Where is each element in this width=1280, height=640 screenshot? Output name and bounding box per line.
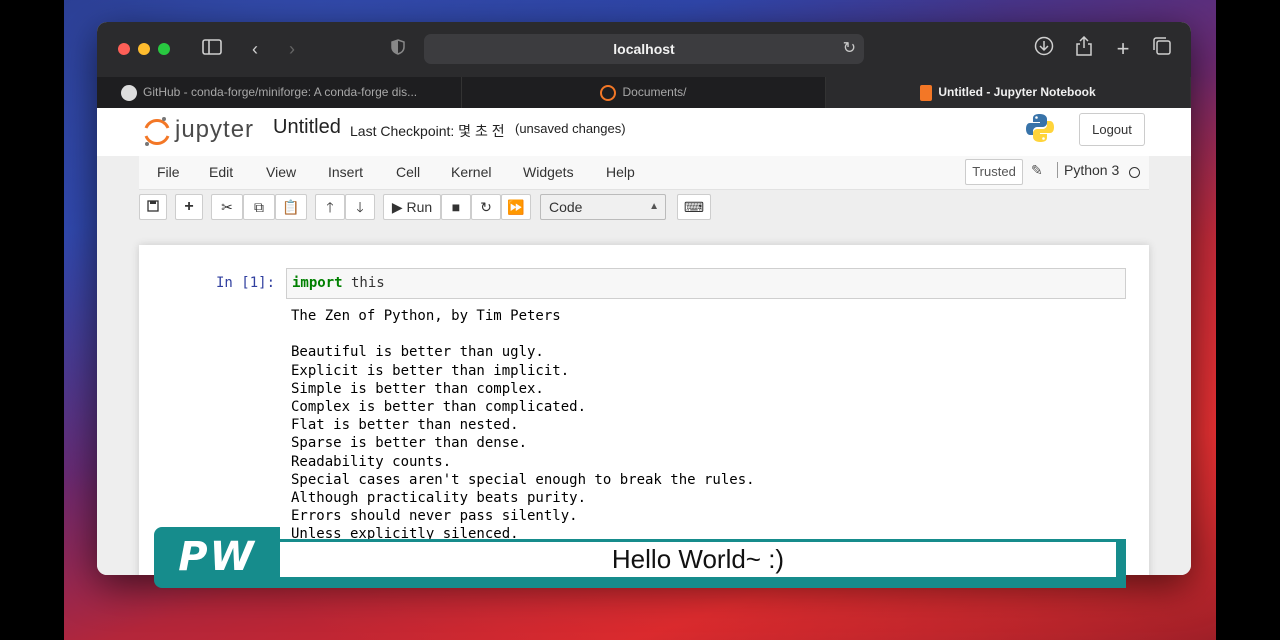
tab-documents[interactable]: Documents/: [462, 77, 826, 108]
jupyter-logo-text: jupyter: [175, 116, 255, 143]
menu-file[interactable]: File: [157, 164, 180, 180]
tab-bar: GitHub - conda-forge/miniforge: A conda-…: [97, 77, 1191, 108]
notebook-title[interactable]: Untitled: [273, 116, 341, 139]
keyboard-icon: ⌨: [683, 199, 705, 215]
output-line: Errors should never pass silently.: [291, 508, 578, 525]
share-icon[interactable]: [1073, 35, 1095, 62]
python-logo-icon: [1026, 114, 1054, 142]
run-button[interactable]: ▶ Run: [383, 194, 441, 220]
code-cell-input[interactable]: import this: [286, 268, 1126, 299]
kernel-idle-indicator-icon: [1129, 167, 1140, 178]
menu-cell[interactable]: Cell: [396, 164, 420, 180]
notebook-container: In [1]: import this The Zen of Python, b…: [139, 245, 1149, 575]
output-line: Readability counts.: [291, 453, 452, 470]
output-line: Sparse is better than dense.: [291, 435, 528, 452]
menu-bar: File Edit View Insert Cell Kernel Widget…: [139, 156, 1149, 190]
video-caption-overlay: Hello World~ :) PW: [154, 527, 1126, 588]
paste-button[interactable]: 📋: [275, 194, 307, 220]
plus-icon: +: [184, 198, 194, 215]
unsaved-status: (unsaved changes): [515, 121, 626, 136]
privacy-shield-icon[interactable]: [389, 36, 407, 62]
output-line: Simple is better than complex.: [291, 380, 544, 397]
back-arrow-icon[interactable]: ‹: [247, 36, 263, 62]
move-up-button[interactable]: 🡑: [315, 194, 345, 220]
jupyter-page: jupyter Untitled Last Checkpoint: 몇 초 전 …: [97, 108, 1191, 575]
input-prompt: In [1]:: [216, 275, 276, 291]
interrupt-button[interactable]: ■: [441, 194, 471, 220]
reload-icon[interactable]: ↻: [843, 34, 856, 64]
copy-button[interactable]: ⧉: [243, 194, 275, 220]
minimize-window-button[interactable]: [138, 43, 150, 55]
download-icon[interactable]: [1033, 36, 1055, 62]
caption-text: Hello World~ :): [280, 542, 1116, 577]
forward-arrow-icon[interactable]: ›: [284, 36, 300, 62]
edit-pencil-icon[interactable]: ✎: [1031, 162, 1043, 179]
command-palette-button[interactable]: ⌨: [677, 194, 711, 220]
copy-icon: ⧉: [254, 199, 264, 215]
cut-button[interactable]: ✂: [211, 194, 243, 220]
address-text: localhost: [613, 41, 675, 57]
logout-button[interactable]: Logout: [1079, 113, 1145, 146]
caption-badge: PW: [154, 527, 280, 588]
jupyter-icon: [600, 84, 617, 101]
close-window-button[interactable]: [118, 43, 130, 55]
menu-kernel[interactable]: Kernel: [451, 164, 491, 180]
jupyter-header: jupyter Untitled Last Checkpoint: 몇 초 전 …: [97, 108, 1191, 156]
tab-label: GitHub - conda-forge/miniforge: A conda-…: [143, 85, 418, 99]
select-arrows-icon: ▲: [649, 201, 659, 212]
menu-view[interactable]: View: [266, 164, 296, 180]
browser-window: ‹ › localhost ↻ + GitHub - conda-forge/m…: [97, 22, 1191, 575]
output-line: Although practicality beats purity.: [291, 489, 587, 506]
tab-untitled-notebook[interactable]: Untitled - Jupyter Notebook: [826, 77, 1191, 108]
fast-forward-icon: ⏩: [507, 199, 525, 215]
github-icon: [121, 84, 137, 101]
tab-label: Documents/: [622, 85, 687, 99]
tab-label: Untitled - Jupyter Notebook: [938, 85, 1096, 99]
new-tab-icon[interactable]: +: [1112, 36, 1134, 62]
menu-insert[interactable]: Insert: [328, 164, 363, 180]
kernel-name[interactable]: Python 3: [1057, 162, 1119, 178]
output-line: Special cases aren't special enough to b…: [291, 471, 755, 488]
output-line: Complex is better than complicated.: [291, 398, 587, 415]
move-down-button[interactable]: 🡓: [345, 194, 375, 220]
code-text: import this: [292, 275, 385, 291]
restart-icon: ↻: [480, 199, 492, 215]
arrow-up-icon: 🡑: [326, 199, 334, 215]
browser-toolbar: ‹ › localhost ↻ +: [97, 22, 1191, 77]
menu-help[interactable]: Help: [606, 164, 635, 180]
run-label: Run: [406, 199, 433, 215]
sidebar-icon[interactable]: [201, 36, 223, 62]
trusted-indicator[interactable]: Trusted: [965, 159, 1023, 185]
address-bar[interactable]: localhost ↻: [424, 34, 864, 64]
output-line: Flat is better than nested.: [291, 417, 519, 434]
cell-type-value: Code: [549, 199, 583, 215]
scissors-icon: ✂: [221, 199, 233, 215]
save-icon: [147, 200, 159, 212]
code-keyword: import: [292, 275, 343, 291]
play-icon: ▶: [391, 199, 403, 215]
cell-output: The Zen of Python, by Tim Peters Beautifu…: [291, 307, 1121, 543]
cell-type-select[interactable]: Code ▲: [540, 194, 666, 220]
restart-button[interactable]: ↻: [471, 194, 501, 220]
notebook-toolbar: + ✂ ⧉ 📋 🡑 🡓 ▶ Run ■ ↻ ⏩ Code ▲ ⌨: [139, 190, 1149, 230]
code-rest: this: [342, 275, 385, 291]
save-button[interactable]: [139, 194, 167, 220]
insert-cell-button[interactable]: +: [175, 194, 203, 220]
caption-bar: Hello World~ :): [272, 539, 1126, 588]
stop-icon: ■: [451, 199, 461, 215]
tab-overview-icon[interactable]: [1151, 36, 1173, 62]
output-line: Explicit is better than implicit.: [291, 362, 570, 379]
notebook-icon: [920, 84, 933, 101]
paste-icon: 📋: [282, 199, 300, 215]
output-line: The Zen of Python, by Tim Peters: [291, 308, 561, 324]
arrow-down-icon: 🡓: [356, 199, 364, 215]
last-checkpoint: Last Checkpoint: 몇 초 전: [350, 123, 505, 139]
output-line: Beautiful is better than ugly.: [291, 344, 544, 361]
tab-github[interactable]: GitHub - conda-forge/miniforge: A conda-…: [97, 77, 462, 108]
menu-edit[interactable]: Edit: [209, 164, 233, 180]
restart-run-all-button[interactable]: ⏩: [501, 194, 531, 220]
menu-widgets[interactable]: Widgets: [523, 164, 574, 180]
zoom-window-button[interactable]: [158, 43, 170, 55]
